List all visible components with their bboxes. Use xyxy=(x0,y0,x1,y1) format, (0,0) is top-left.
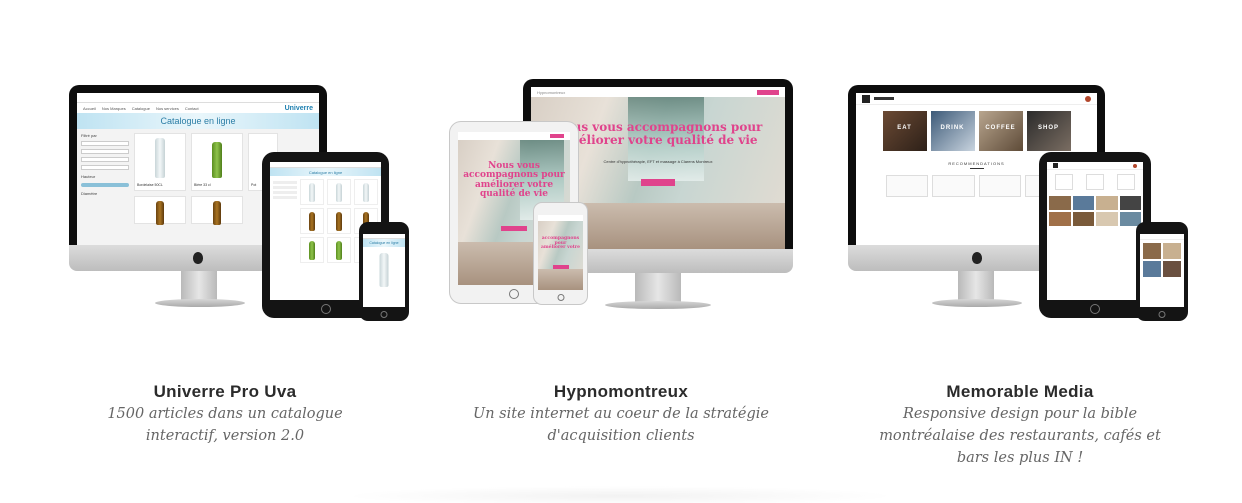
description-line: interactif, version 2.0 xyxy=(145,428,305,444)
project-title[interactable]: Memorable Media xyxy=(820,382,1220,402)
diameter-label: Diamètre xyxy=(81,191,98,196)
home-button-icon xyxy=(509,289,519,299)
phone-screen xyxy=(1140,234,1184,307)
product-card xyxy=(191,196,243,225)
catalogue-banner: Catalogue en ligne xyxy=(77,113,319,129)
product-name: Bordelaise 50CL xyxy=(137,183,163,187)
project-caption: Memorable Media Responsive design pour l… xyxy=(820,382,1220,469)
project-caption: Hypnomontreux Un site internet au coeur … xyxy=(421,382,821,447)
hero-cta-button xyxy=(641,179,675,186)
product-card xyxy=(134,196,186,225)
home-button-icon xyxy=(557,294,564,301)
phone-device: accompagnons pour améliorer votre xyxy=(533,202,588,305)
device-mockup: Accueil Nos Marques Catalogue Nos services C… xyxy=(25,60,425,350)
description-line: Un site internet au coeur de la stratégi… xyxy=(473,406,769,422)
product-name: Bière 33 cl xyxy=(194,183,211,187)
product-card: Bordelaise 50CL xyxy=(134,133,186,191)
device-mockup: Hypnomontreux Nous vous accompagnons pou… xyxy=(421,60,821,350)
description-line: Responsive design pour la bible xyxy=(902,406,1138,422)
description-line: d'acquisition clients xyxy=(547,428,695,444)
phone-headline: accompagnons pour améliorer votre xyxy=(540,236,581,251)
apple-logo-icon xyxy=(193,252,203,264)
project-title[interactable]: Univerre Pro Uva xyxy=(25,382,425,402)
home-button-icon xyxy=(380,311,388,318)
product-card: Bière 33 cl xyxy=(191,133,243,191)
device-mockup: EAT DRINK COFFEE SHOP RECOMMENDATIONS xyxy=(820,60,1220,350)
tablet-banner: Catalogue en ligne xyxy=(270,168,381,176)
home-button-icon xyxy=(1158,311,1166,318)
description-line: montréalaise des restaurants, cafés et xyxy=(879,428,1161,444)
product-name: Pot xyxy=(251,183,257,187)
tablet-headline: Nous vous accompagnons pour améliorer vo… xyxy=(463,161,565,200)
project-description: 1500 articles dans un catalogue interact… xyxy=(25,403,425,447)
phone-device xyxy=(1136,222,1188,321)
phone-device: Catalogue en ligne xyxy=(359,222,409,321)
description-line: bars les plus IN ! xyxy=(956,450,1084,466)
project-title[interactable]: Hypnomontreux xyxy=(421,382,821,402)
category-tile-drink: DRINK xyxy=(930,111,975,151)
univerre-logo: Univerre xyxy=(284,104,313,112)
tablet-device xyxy=(1039,152,1151,318)
phone-screen: accompagnons pour améliorer votre xyxy=(538,215,583,290)
project-caption: Univerre Pro Uva 1500 articles dans un c… xyxy=(25,382,425,447)
home-button-icon xyxy=(1090,304,1100,314)
section-shadow xyxy=(340,486,900,503)
project-description: Responsive design pour la bible montréal… xyxy=(820,403,1220,469)
phone-screen: Catalogue en ligne xyxy=(363,234,405,307)
portfolio-grid: Accueil Nos Marques Catalogue Nos services C… xyxy=(0,0,1242,503)
category-tile-eat: EAT xyxy=(882,111,927,151)
apple-logo-icon xyxy=(971,252,982,264)
phone-banner: Catalogue en ligne xyxy=(363,239,405,247)
filter-label: Filtré par xyxy=(81,133,97,138)
project-card-memorable-media[interactable]: EAT DRINK COFFEE SHOP RECOMMENDATIONS Me… xyxy=(820,60,1220,480)
project-description: Un site internet au coeur de la stratégi… xyxy=(421,403,821,447)
project-card-hypnomontreux[interactable]: Hypnomontreux Nous vous accompagnons pou… xyxy=(421,60,821,480)
category-tiles: EAT DRINK COFFEE SHOP xyxy=(856,105,1097,155)
category-tile-coffee: COFFEE xyxy=(978,111,1023,151)
height-label: Hauteur xyxy=(81,174,96,179)
category-tile-shop: SHOP xyxy=(1026,111,1071,151)
description-line: 1500 articles dans un catalogue xyxy=(107,406,343,422)
project-card-univerre[interactable]: Accueil Nos Marques Catalogue Nos services C… xyxy=(25,60,425,480)
catalogue-filters: Filtré par Hauteur Diamètre xyxy=(81,133,129,224)
brand-name: Hypnomontreux xyxy=(537,89,566,95)
tablet-screen xyxy=(1047,162,1143,300)
home-button-icon xyxy=(320,304,331,314)
